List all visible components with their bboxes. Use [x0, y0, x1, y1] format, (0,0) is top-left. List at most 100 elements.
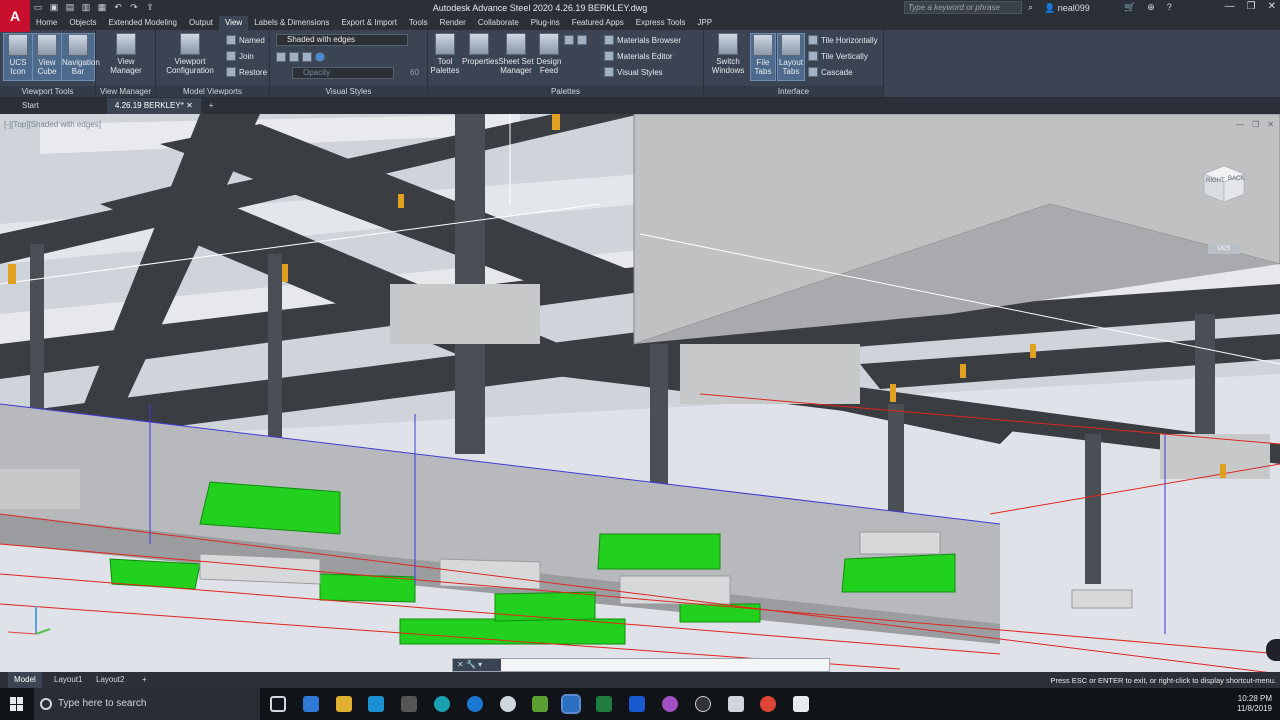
ribbon-tab-featured-apps[interactable]: Featured Apps	[566, 16, 630, 30]
file-explorer-icon[interactable]	[336, 696, 352, 712]
ribbon-tab-output[interactable]: Output	[183, 16, 219, 30]
task-view-icon[interactable]	[270, 696, 286, 712]
materials-browser-button[interactable]: Materials Browser	[604, 33, 681, 47]
settings-app-icon[interactable]	[695, 696, 711, 712]
block-icon[interactable]	[577, 35, 587, 45]
face-effects-icon[interactable]	[289, 52, 299, 62]
doc-tab-drawing[interactable]: 4.26.19 BERKLEY* ✕	[106, 98, 201, 114]
steering-wheel-icon[interactable]	[1266, 639, 1280, 661]
tile-horizontally-button[interactable]: Tile Horizontally	[808, 33, 878, 47]
ucs-icon-button[interactable]: UCS Icon	[3, 33, 33, 81]
ribbon-tab-tools[interactable]: Tools	[403, 16, 434, 30]
join-viewports-button[interactable]: Join	[226, 49, 254, 63]
autocad-icon[interactable]	[368, 696, 384, 712]
ribbon-tab-jpp[interactable]: JPP	[691, 16, 718, 30]
panel-title[interactable]: Viewport Tools	[0, 86, 95, 97]
panel-title[interactable]: Palettes	[428, 86, 703, 97]
tile-vertically-button[interactable]: Tile Vertically	[808, 49, 868, 63]
layout-tab-layout2[interactable]: Layout2	[90, 672, 130, 688]
customize-cmd-icon[interactable]: 🔧	[466, 660, 476, 669]
ucs-menu[interactable]: UCS	[1208, 244, 1240, 254]
layout-tab-layout1[interactable]: Layout1	[48, 672, 88, 688]
layer-icon[interactable]	[564, 35, 574, 45]
lighting-icon[interactable]	[302, 52, 312, 62]
model-viewport[interactable]: [-][Top][Shaded with edges] — ❐ ✕ RIGHT …	[0, 114, 1280, 672]
app-icon-prc[interactable]	[401, 696, 417, 712]
layout-tab-model[interactable]: Model	[8, 672, 42, 688]
a360-icon[interactable]: ⊕	[1147, 2, 1155, 13]
close-icon[interactable]: ✕	[1268, 1, 1276, 12]
ribbon-tab-labels-dimensions[interactable]: Labels & Dimensions	[248, 16, 335, 30]
user-account[interactable]: 👤 neal099	[1044, 3, 1090, 14]
ribbon-tab-extended-modeling[interactable]: Extended Modeling	[102, 16, 183, 30]
properties-button[interactable]: Properties	[462, 33, 498, 66]
design-feed-button[interactable]: Design Feed	[536, 33, 562, 75]
viewcube-face-right[interactable]: RIGHT	[1206, 178, 1225, 184]
sheet-set-manager-button[interactable]: Sheet Set Manager	[498, 33, 534, 75]
keyword-search-input[interactable]: Type a keyword or phrase	[904, 1, 1022, 14]
store-icon[interactable]	[303, 696, 319, 712]
windows-start-icon[interactable]	[10, 697, 24, 711]
vp-restore-icon[interactable]: ❐	[1252, 120, 1259, 129]
tool-palettes-button[interactable]: Tool Palettes	[430, 33, 460, 75]
viewport-configuration-button[interactable]: Viewport Configuration	[162, 33, 218, 75]
maximize-icon[interactable]: ❐	[1247, 1, 1256, 12]
vp-minimize-icon[interactable]: —	[1236, 120, 1244, 129]
close-cmd-icon[interactable]: ✕	[457, 660, 464, 669]
panel-title[interactable]: Interface	[704, 86, 883, 97]
dropbox-icon[interactable]	[629, 696, 645, 712]
chrome-icon[interactable]	[760, 696, 776, 712]
close-tab-icon[interactable]: ✕	[186, 101, 193, 110]
advance-steel-icon[interactable]	[561, 694, 581, 714]
excel-icon[interactable]	[596, 696, 612, 712]
visual-style-select[interactable]: Shaded with edges	[276, 34, 408, 46]
materials-editor-button[interactable]: Materials Editor	[604, 49, 673, 63]
minimize-icon[interactable]: —	[1225, 1, 1235, 12]
ribbon-tab-objects[interactable]: Objects	[63, 16, 102, 30]
viewport-controls-label[interactable]: [-][Top][Shaded with edges]	[4, 120, 101, 129]
recent-commands-icon[interactable]: ▾	[478, 660, 482, 669]
ribbon-tab-export-import[interactable]: Export & Import	[335, 16, 403, 30]
ribbon-tab-collaborate[interactable]: Collaborate	[472, 16, 525, 30]
navigation-bar-button[interactable]: Navigation Bar	[61, 33, 100, 81]
cloud-app-icon[interactable]	[500, 696, 516, 712]
panel-title[interactable]: Visual Styles	[270, 86, 427, 97]
ribbon-tab-express-tools[interactable]: Express Tools	[630, 16, 692, 30]
shadow-icon[interactable]	[315, 52, 325, 62]
restore-viewports-button[interactable]: Restore	[226, 65, 267, 79]
vp-close-icon[interactable]: ✕	[1267, 120, 1274, 129]
file-tabs-button[interactable]: File Tabs	[750, 33, 776, 81]
chat-icon[interactable]	[728, 696, 744, 712]
add-layout-button[interactable]: +	[136, 672, 153, 688]
button-label: Materials Editor	[617, 51, 673, 61]
command-line[interactable]: ✕ 🔧 ▾	[452, 658, 830, 672]
ribbon-tab-view[interactable]: View	[218, 16, 249, 30]
visual-styles-palette-button[interactable]: Visual Styles	[604, 65, 663, 79]
viewcube-face-back[interactable]: BACK	[1228, 176, 1244, 182]
ribbon-tab-plug-ins[interactable]: Plug-ins	[525, 16, 566, 30]
view-cube-button[interactable]: View Cube	[32, 33, 62, 81]
ribbon-tab-render[interactable]: Render	[434, 16, 472, 30]
steel-model-scene[interactable]	[0, 114, 1280, 672]
cart-icon[interactable]: 🛒	[1124, 2, 1135, 13]
video-editor-icon[interactable]	[793, 696, 809, 712]
named-viewports-button[interactable]: Named	[226, 33, 265, 47]
binoculars-icon[interactable]: ⌕	[1028, 2, 1033, 13]
app-logo[interactable]: A	[0, 0, 30, 32]
edge-icon[interactable]	[467, 696, 483, 712]
browser-icon[interactable]	[434, 696, 450, 712]
doc-tab-start[interactable]: Start	[14, 98, 47, 114]
cascade-button[interactable]: Cascade	[808, 65, 853, 79]
help-icon[interactable]: ?	[1167, 2, 1172, 13]
nvidia-icon[interactable]	[532, 696, 548, 712]
system-tray-clock[interactable]: 10:28 PM 11/8/2019	[1237, 694, 1272, 714]
new-tab-button[interactable]: +	[201, 98, 222, 114]
opacity-slider[interactable]: Opacity	[292, 67, 394, 79]
ribbon-tab-home[interactable]: Home	[30, 16, 63, 30]
view-manager-button[interactable]: View Manager	[108, 33, 144, 75]
switch-windows-button[interactable]: Switch Windows	[708, 33, 748, 75]
layout-tabs-button[interactable]: Layout Tabs	[777, 33, 805, 81]
media-icon[interactable]	[662, 696, 678, 712]
taskbar-search[interactable]: Type here to search	[34, 688, 260, 720]
edge-effects-icon[interactable]	[276, 52, 286, 62]
